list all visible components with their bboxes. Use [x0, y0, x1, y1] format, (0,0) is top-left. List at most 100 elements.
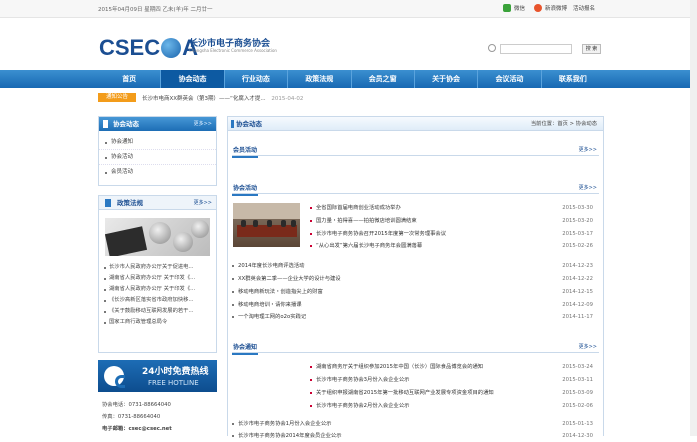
sidebar-item-activities[interactable]: 协会活动 [99, 150, 216, 165]
news-item[interactable]: 长沙市电子商务协会召开2015年度第一次常务理事会议 [310, 229, 446, 240]
coin-graphic [173, 232, 193, 252]
nav-home[interactable]: 首页 [98, 70, 162, 88]
nav-industry-news[interactable]: 行业动态 [225, 70, 289, 88]
notice-date: 2015-03-09 [562, 390, 593, 396]
globe-icon [161, 38, 182, 58]
nav-policies[interactable]: 政策法规 [288, 70, 352, 88]
sidebar-item-notices[interactable]: 协会通知 [99, 135, 216, 150]
notice-bar: 通知公告 长沙市电商XX群英会（第3期）——“化腐入才提... 2015-04-… [98, 91, 604, 104]
contact-email: 电子邮箱：csec@csec.net [102, 426, 172, 432]
policy-item[interactable]: 国家工商行政管理总局令 [99, 317, 216, 328]
nav-about[interactable]: 关于协会 [415, 70, 479, 88]
breadcrumb-current[interactable]: 协会动态 [576, 121, 597, 127]
nav-contact[interactable]: 联系我们 [542, 70, 604, 88]
policy-item[interactable]: 湖南省人民政府办公厅 关于印发《... [99, 273, 216, 284]
news-date: 2014-12-09 [562, 302, 593, 308]
search-input[interactable] [500, 44, 572, 54]
notice-title[interactable]: 长沙市电商XX群英会（第3期）——“化腐入才提... [142, 96, 266, 102]
section-member-activities: 会员活动 更多>> [232, 145, 599, 158]
news-item[interactable]: XX群英会第二季——企业大学的设计与建设 [232, 274, 341, 285]
notice-date: 2014-12-30 [562, 433, 593, 439]
notice-date: 2015-02-06 [562, 403, 593, 409]
phone-icon [104, 366, 125, 388]
search-button[interactable]: 搜 索 [582, 44, 601, 54]
policy-item[interactable]: 湖南省人民政府办公厅 关于印发《... [99, 284, 216, 295]
sidebar-news-box: 协会动态 更多>> 协会通知 协会活动 会员活动 [98, 116, 217, 186]
news-item[interactable]: 移动电商培训・请你来播课 [232, 300, 302, 311]
hotline-banner: 24小时免费热线 FREE HOTLINE [98, 360, 217, 392]
current-date: 2015年04月09日 星期四 乙未(羊)年 二月廿一 [98, 7, 213, 13]
site-header: CSEC A 长沙市电子商务协会 Changsha Electronic Com… [0, 19, 697, 70]
notice-item[interactable]: 长沙市电子商务协会3月份入会企业公示 [310, 375, 409, 386]
breadcrumb: 当前位置：首页 > 协会动态 [531, 117, 597, 131]
header-bar-icon [103, 120, 108, 128]
top-bar: 2015年04月09日 星期四 乙未(羊)年 二月廿一 微信 新浪微博 活动报名 [0, 0, 697, 18]
news-date: 2015-03-20 [562, 218, 593, 224]
notice-date: 2015-04-02 [271, 96, 304, 102]
search-icon [488, 44, 496, 52]
logo-text: CSEC [99, 35, 161, 60]
main-header: 协会动态 当前位置：首页 > 协会动态 [228, 117, 603, 131]
wechat-icon[interactable] [503, 4, 511, 12]
site-logo[interactable]: CSEC A 长沙市电子商务协会 Changsha Electronic Com… [99, 35, 277, 61]
notice-item[interactable]: 长沙市电子商务协会1月份入会企业公示 [232, 419, 331, 430]
section-title[interactable]: 协会通知 [232, 342, 259, 355]
news-item[interactable]: 移动电商新玩法・创造指尖上的财富 [232, 287, 323, 298]
news-item[interactable]: 国力量・拍得喜——拍拍微店培训圆满结束 [310, 216, 417, 227]
section-more[interactable]: 更多>> [579, 342, 597, 353]
breadcrumb-prefix: 当前位置： [530, 121, 558, 127]
coin-graphic [149, 222, 171, 244]
main-title: 协会动态 [236, 120, 262, 128]
contact-info: 协会电话：0731-88664040 传真：0731-88664040 电子邮箱… [102, 399, 172, 435]
section-title[interactable]: 协会活动 [232, 183, 259, 196]
policy-more[interactable]: 更多>> [194, 196, 212, 210]
coin-graphic [191, 220, 209, 238]
sidebar-policy-box: 政策法规 更多>> 长沙市人民政府办公厅关于促进电... 湖南省人民政府办公厅 … [98, 195, 217, 353]
nav-members[interactable]: 会员之窗 [352, 70, 415, 88]
notice-date: 2015-03-24 [562, 364, 593, 370]
section-more[interactable]: 更多>> [579, 183, 597, 194]
logo-en-name: Changsha Electronic Commerce Association [189, 48, 277, 53]
news-date: 2015-03-17 [562, 231, 593, 237]
news-item[interactable]: 全省国际首届电商创业活动成功举办 [310, 203, 401, 214]
weibo-link[interactable]: 新浪微博 [545, 4, 567, 12]
nav-association-news[interactable]: 协会动态 [161, 70, 225, 88]
notice-item[interactable]: 长沙市电子商务协会2月份入会企业公示 [310, 401, 409, 412]
news-item[interactable]: 一个淘电理工网的o2o实践记 [232, 312, 306, 323]
news-item[interactable]: 2014年度长沙电商评选活动 [232, 261, 304, 272]
sidebar-news-more[interactable]: 更多>> [194, 117, 212, 131]
notice-tag: 通知公告 [98, 93, 136, 102]
section-title[interactable]: 会员活动 [232, 145, 259, 158]
weibo-icon[interactable] [534, 4, 543, 12]
header-bar-icon [231, 120, 234, 128]
notice-item[interactable]: 长沙市电商XX群英会（第3期）——“化腐入才提... 2015-04-02 [142, 94, 303, 102]
breadcrumb-home[interactable]: 首页 [557, 121, 568, 127]
section-association-notices: 协会通知 更多>> [232, 342, 599, 355]
notice-item[interactable]: 湖南省商务厅关于组织参加2015年中国（长沙）国际食品博览会的通知 [310, 362, 483, 373]
news-item[interactable]: “从心出发”第六届长沙电子商务年会圆满落幕 [310, 241, 422, 252]
wechat-link[interactable]: 微信 [514, 4, 525, 12]
breadcrumb-separator: > [567, 121, 576, 127]
social-links: 微信 新浪微博 活动报名 [503, 4, 595, 12]
nav-events[interactable]: 会议活动 [478, 70, 542, 88]
notice-date: 2015-01-13 [562, 421, 593, 427]
section-more[interactable]: 更多>> [579, 145, 597, 156]
scrollbar[interactable] [690, 0, 697, 436]
news-date: 2014-12-22 [562, 276, 593, 282]
policy-item[interactable]: 《关于鼓励移动互联网发展的若干... [99, 306, 216, 317]
news-date: 2014-12-15 [562, 289, 593, 295]
notice-item[interactable]: 关于组织申报湖南省2015年第一批移动互联网产业发展专项资金项目的通知 [310, 388, 494, 399]
calculator-graphic [105, 226, 148, 256]
sidebar-item-member-activities[interactable]: 会员活动 [99, 165, 216, 180]
policy-item[interactable]: 长沙市人民政府办公厅关于促进电... [99, 262, 216, 273]
hotline-cn: 24小时免费热线 [142, 367, 209, 377]
notice-item[interactable]: 长沙市电子商务协会2014年度会员企业公示 [232, 431, 342, 442]
news-photo[interactable] [233, 203, 300, 247]
hotline-en: FREE HOTLINE [148, 379, 199, 387]
policy-image [105, 218, 210, 256]
main-content: 协会动态 当前位置：首页 > 协会动态 会员活动 更多>> 协会活动 更多>> … [227, 116, 604, 439]
contact-phone: 协会电话：0731-88664040 [102, 402, 171, 408]
sidebar-news-header: 协会动态 更多>> [99, 117, 216, 131]
policy-item[interactable]: 《长沙高新区落实省市政府加快移... [99, 295, 216, 306]
event-signup-link[interactable]: 活动报名 [573, 4, 595, 12]
